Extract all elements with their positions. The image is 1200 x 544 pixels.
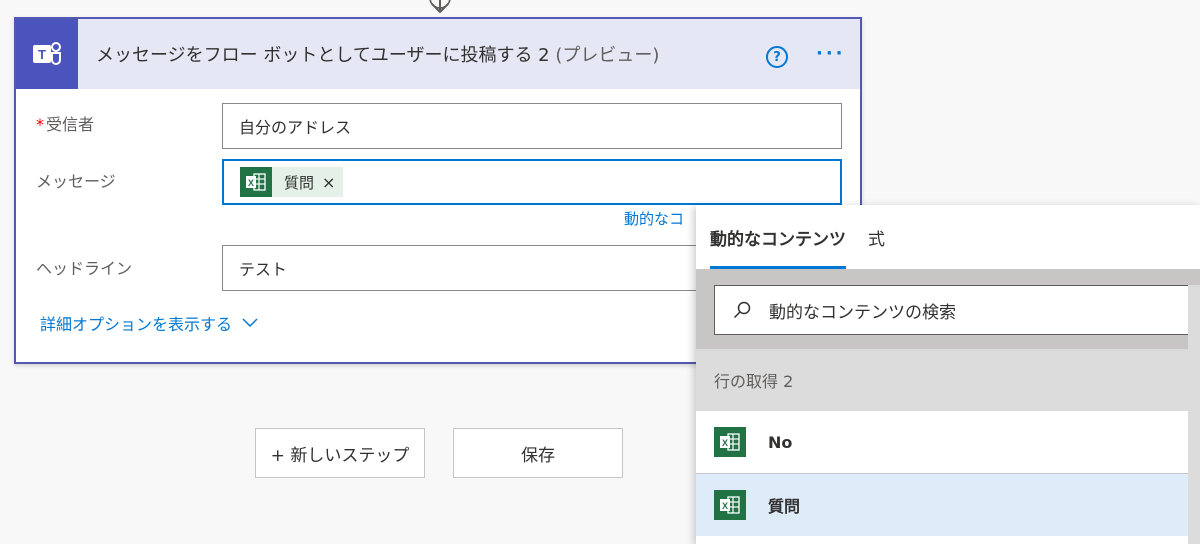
chevron-down-icon xyxy=(242,318,258,328)
more-icon[interactable]: ··· xyxy=(816,43,846,64)
group-header: 行の取得 2 xyxy=(696,349,1200,411)
recipient-label-text: 受信者 xyxy=(46,115,95,134)
message-token-label: 質問 xyxy=(284,173,315,192)
card-title-preview: (プレビュー) xyxy=(555,45,660,66)
excel-icon: X xyxy=(240,167,272,197)
list-item-label: No xyxy=(768,432,793,452)
list-item[interactable]: X 質問 xyxy=(696,474,1200,536)
save-button[interactable]: 保存 xyxy=(453,428,623,478)
card-title: メッセージをフロー ボットとしてユーザーに投稿する 2 (プレビュー) xyxy=(96,41,659,67)
tab-expression[interactable]: 式 xyxy=(868,205,885,269)
recipient-value: 自分のアドレス xyxy=(239,118,352,137)
advanced-options-label: 詳細オプションを表示する xyxy=(40,315,233,334)
dynamic-content-search-input[interactable]: 動的なコンテンツの検索 xyxy=(714,285,1190,335)
new-step-button[interactable]: + 新しいステップ xyxy=(255,428,425,478)
svg-text:X: X xyxy=(722,501,728,511)
headline-label: ヘッドライン xyxy=(36,259,133,278)
excel-icon: X xyxy=(714,490,746,520)
search-area: 動的なコンテンツの検索 xyxy=(696,269,1200,349)
search-icon xyxy=(733,301,751,319)
list-item-label: 質問 xyxy=(768,497,801,516)
message-token[interactable]: X 質問 × xyxy=(240,167,344,197)
headline-value: テスト xyxy=(239,260,288,279)
required-mark: * xyxy=(36,115,44,134)
add-dynamic-content-link[interactable]: 動的なコ xyxy=(624,208,684,229)
message-field[interactable]: X 質問 × xyxy=(222,159,842,205)
search-placeholder: 動的なコンテンツの検索 xyxy=(769,302,956,323)
close-icon[interactable]: × xyxy=(322,173,335,192)
recipient-field[interactable]: 自分のアドレス xyxy=(222,103,842,149)
teams-icon: T xyxy=(16,19,78,89)
svg-text:T: T xyxy=(38,47,46,62)
scrollbar[interactable] xyxy=(1188,285,1200,544)
panel-tabs: 動的なコンテンツ 式 xyxy=(696,205,1200,269)
excel-icon: X xyxy=(714,427,746,457)
card-title-main: メッセージをフロー ボットとしてユーザーに投稿する 2 xyxy=(96,45,550,66)
recipient-label: * 受信者 xyxy=(36,111,94,135)
svg-text:X: X xyxy=(248,178,254,188)
help-icon[interactable]: ? xyxy=(766,46,788,68)
list-item[interactable]: X No xyxy=(696,411,1200,473)
tab-dynamic-content[interactable]: 動的なコンテンツ xyxy=(710,205,846,269)
card-header[interactable]: T メッセージをフロー ボットとしてユーザーに投稿する 2 (プレビュー) ? … xyxy=(16,19,860,89)
dynamic-content-panel: 動的なコンテンツ 式 動的なコンテンツの検索 行の取得 2 X No X 質問 xyxy=(696,205,1200,544)
show-advanced-options[interactable]: 詳細オプションを表示する xyxy=(40,311,258,335)
message-label: メッセージ xyxy=(36,172,116,191)
svg-text:X: X xyxy=(722,438,728,448)
arrow-down-icon xyxy=(429,0,451,14)
